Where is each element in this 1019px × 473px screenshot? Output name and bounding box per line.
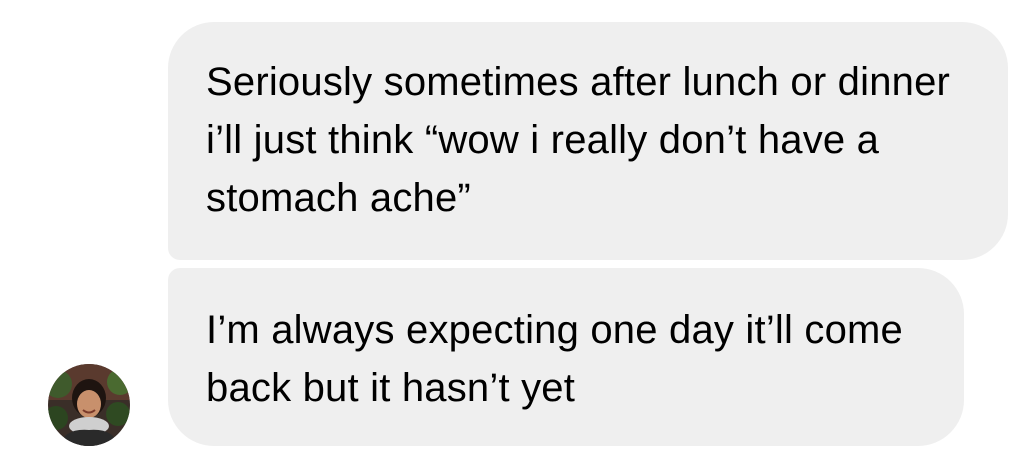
message-bubble[interactable]: I’m always expecting one day it’ll come … [168,268,964,446]
avatar-photo [48,364,130,446]
avatar[interactable] [48,364,130,446]
message-text: I’m always expecting one day it’ll come … [206,308,903,410]
message-text: Seriously sometimes after lunch or dinne… [206,60,951,220]
message-thread: Seriously sometimes after lunch or dinne… [0,0,1019,473]
message-bubble[interactable]: Seriously sometimes after lunch or dinne… [168,22,1008,260]
